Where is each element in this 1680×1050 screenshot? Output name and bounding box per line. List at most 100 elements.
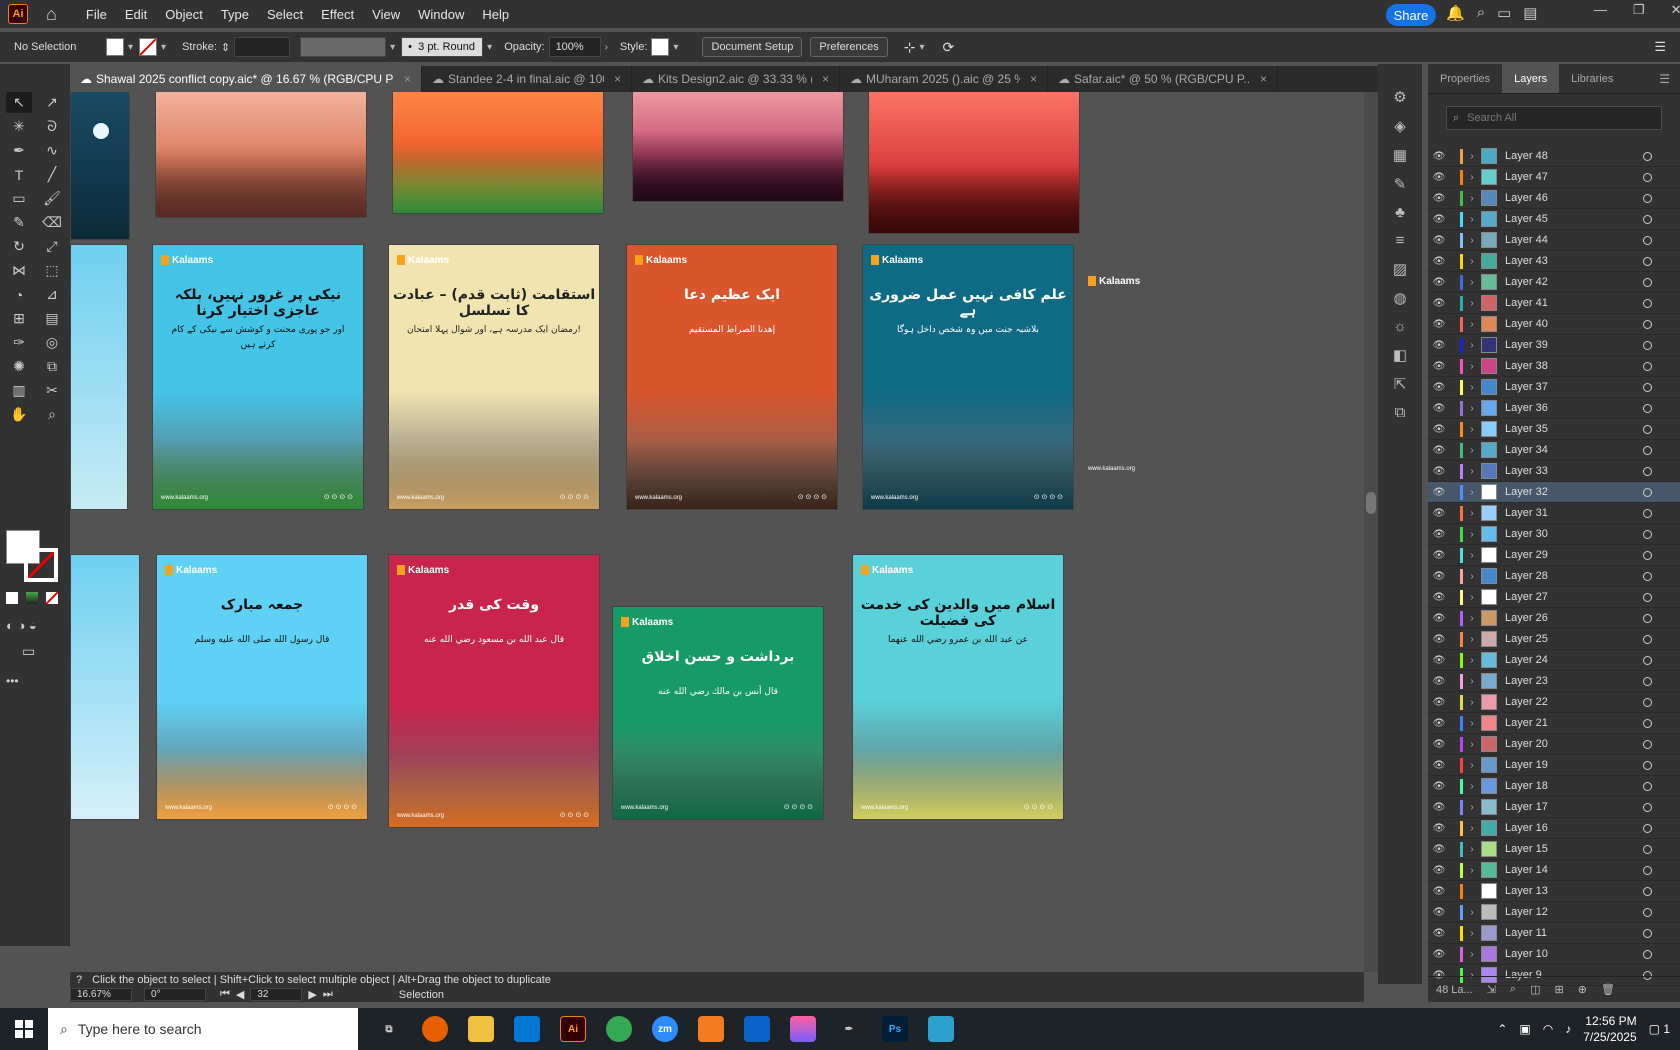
restore-icon[interactable]: ❐ <box>1633 2 1645 18</box>
document-setup-button[interactable]: Document Setup <box>702 37 803 57</box>
fill-stroke-widget[interactable]: ◐ ◑ ◒ ▭ ••• <box>6 530 58 688</box>
visibility-eye-icon[interactable]: 👁 <box>1428 277 1450 288</box>
chevron-right-icon[interactable]: › <box>1463 844 1481 855</box>
menu-select[interactable]: Select <box>258 7 312 22</box>
menu-help[interactable]: Help <box>473 7 518 22</box>
chevron-right-icon[interactable]: › <box>1463 445 1481 456</box>
network-icon[interactable]: ▣ <box>1519 1022 1530 1036</box>
none-mode-icon[interactable] <box>46 592 58 604</box>
shape-builder-tool-icon[interactable]: ◔ <box>6 284 32 305</box>
visibility-eye-icon[interactable]: 👁 <box>1428 256 1450 267</box>
stroke-swatch[interactable] <box>139 38 158 56</box>
target-circle-icon[interactable] <box>1643 508 1652 518</box>
target-circle-icon[interactable] <box>1643 802 1652 812</box>
chevron-right-icon[interactable]: › <box>1463 382 1481 393</box>
target-circle-icon[interactable] <box>1643 256 1652 266</box>
layer-name[interactable]: Layer 24 <box>1505 654 1643 666</box>
target-circle-icon[interactable] <box>1643 592 1652 602</box>
rotate-field[interactable]: 0° <box>144 988 206 1001</box>
eyedropper-tool-icon[interactable]: ✑ <box>6 332 32 353</box>
rectangle-tool-icon[interactable]: ▭ <box>6 188 32 209</box>
chevron-right-icon[interactable]: › <box>1463 193 1481 204</box>
close-tab-icon[interactable]: × <box>614 72 621 86</box>
chevron-right-icon[interactable]: › <box>1463 613 1481 624</box>
bell-icon[interactable]: 🔔 <box>1446 4 1465 22</box>
new-layer-icon[interactable]: ⊕ <box>1578 983 1587 996</box>
document-tab[interactable]: ☁ Safar.aic* @ 50 % (RGB/CPU P... × <box>1048 66 1278 92</box>
illustrator-taskbar-icon[interactable]: Ai <box>560 1016 586 1042</box>
layer-row[interactable]: 👁 › Layer 29 <box>1428 545 1680 566</box>
artboards-icon[interactable]: ⧉ <box>1395 404 1406 421</box>
visibility-eye-icon[interactable]: 👁 <box>1428 592 1450 603</box>
selection-tool-icon[interactable]: ↖ <box>6 92 32 113</box>
layer-name[interactable]: Layer 34 <box>1505 444 1643 456</box>
minimize-icon[interactable]: — <box>1594 2 1607 18</box>
target-circle-icon[interactable] <box>1643 634 1652 644</box>
chevron-down-icon[interactable]: ▾ <box>161 42 166 53</box>
layer-row[interactable]: 👁 › Layer 38 <box>1428 356 1680 377</box>
layer-row[interactable]: 👁 › Layer 24 <box>1428 650 1680 671</box>
layer-name[interactable]: Layer 35 <box>1505 423 1643 435</box>
chevron-right-icon[interactable]: › <box>1463 928 1481 939</box>
menu-type[interactable]: Type <box>212 7 258 22</box>
gradient-tool-icon[interactable]: ▤ <box>39 308 65 329</box>
symbol-sprayer-tool-icon[interactable]: ✺ <box>6 356 32 377</box>
chevron-right-icon[interactable]: › <box>1463 319 1481 330</box>
menu-view[interactable]: View <box>363 7 409 22</box>
layer-name[interactable]: Layer 44 <box>1505 234 1643 246</box>
layer-name[interactable]: Layer 10 <box>1505 948 1643 960</box>
next-artboard-icon[interactable]: ▶ <box>308 988 316 1001</box>
gradient-icon[interactable]: ▨ <box>1393 260 1407 278</box>
prev-artboard-icon[interactable]: ◀ <box>236 988 244 1001</box>
chevron-right-icon[interactable]: › <box>1463 151 1481 162</box>
layer-name[interactable]: Layer 28 <box>1505 570 1643 582</box>
symbols-icon[interactable]: ♣ <box>1395 204 1405 221</box>
creative-cloud-icon[interactable] <box>790 1016 816 1042</box>
target-circle-icon[interactable] <box>1643 886 1652 896</box>
target-circle-icon[interactable] <box>1643 865 1652 875</box>
chevron-right-icon[interactable]: › <box>1463 949 1481 960</box>
opacity-field[interactable]: 100% <box>548 37 601 57</box>
layer-name[interactable]: Layer 45 <box>1505 213 1643 225</box>
layer-row[interactable]: 👁 › Layer 47 <box>1428 167 1680 188</box>
visibility-eye-icon[interactable]: 👁 <box>1428 193 1450 204</box>
visibility-eye-icon[interactable]: 👁 <box>1428 214 1450 225</box>
type-tool-icon[interactable]: T <box>6 164 32 185</box>
brush-field[interactable]: • 3 pt. Round <box>401 37 484 57</box>
layer-name[interactable]: Layer 13 <box>1505 885 1643 897</box>
panel-tab-layers[interactable]: Layers <box>1502 64 1560 93</box>
empty-artboard[interactable]: Kalaams www.kalaams.org <box>1084 268 1284 478</box>
layer-name[interactable]: Layer 21 <box>1505 717 1643 729</box>
chevron-right-icon[interactable]: › <box>1463 634 1481 645</box>
visibility-eye-icon[interactable]: 👁 <box>1428 802 1450 813</box>
chevron-right-icon[interactable]: › <box>1463 823 1481 834</box>
perspective-tool-icon[interactable]: ⊿ <box>39 284 65 305</box>
visibility-eye-icon[interactable]: 👁 <box>1428 676 1450 687</box>
target-circle-icon[interactable] <box>1643 340 1652 350</box>
clock[interactable]: 12:56 PM 7/25/2025 <box>1583 1013 1636 1045</box>
direct-selection-tool-icon[interactable]: ↗ <box>39 92 65 113</box>
panel-menu-icon[interactable]: ☰ <box>1649 64 1680 93</box>
layer-name[interactable]: Layer 30 <box>1505 528 1643 540</box>
layer-name[interactable]: Layer 38 <box>1505 360 1643 372</box>
target-circle-icon[interactable] <box>1643 655 1652 665</box>
clipping-mask-icon[interactable]: ◫ <box>1530 983 1540 996</box>
layer-name[interactable]: Layer 20 <box>1505 738 1643 750</box>
chevron-right-icon[interactable]: › <box>1463 655 1481 666</box>
target-circle-icon[interactable] <box>1643 571 1652 581</box>
curvature-tool-icon[interactable]: ∿ <box>39 140 65 161</box>
menu-edit[interactable]: Edit <box>116 7 156 22</box>
outlook-icon[interactable] <box>744 1016 770 1042</box>
layer-row[interactable]: 👁 › Layer 37 <box>1428 377 1680 398</box>
collect-export-icon[interactable]: ⇲ <box>1487 983 1496 996</box>
chevron-right-icon[interactable]: › <box>1463 256 1481 267</box>
locate-object-icon[interactable]: ⌕ <box>1510 983 1516 996</box>
visibility-eye-icon[interactable]: 👁 <box>1428 487 1450 498</box>
taskbar-search[interactable]: ⌕ Type here to search <box>48 1008 358 1050</box>
shaper-tool-icon[interactable]: ✎ <box>6 212 32 233</box>
vscode-icon[interactable] <box>514 1016 540 1042</box>
layer-name[interactable]: Layer 22 <box>1505 696 1643 708</box>
stroke-color[interactable] <box>24 548 58 582</box>
target-circle-icon[interactable] <box>1643 361 1652 371</box>
windows-start-icon[interactable] <box>0 1008 48 1050</box>
